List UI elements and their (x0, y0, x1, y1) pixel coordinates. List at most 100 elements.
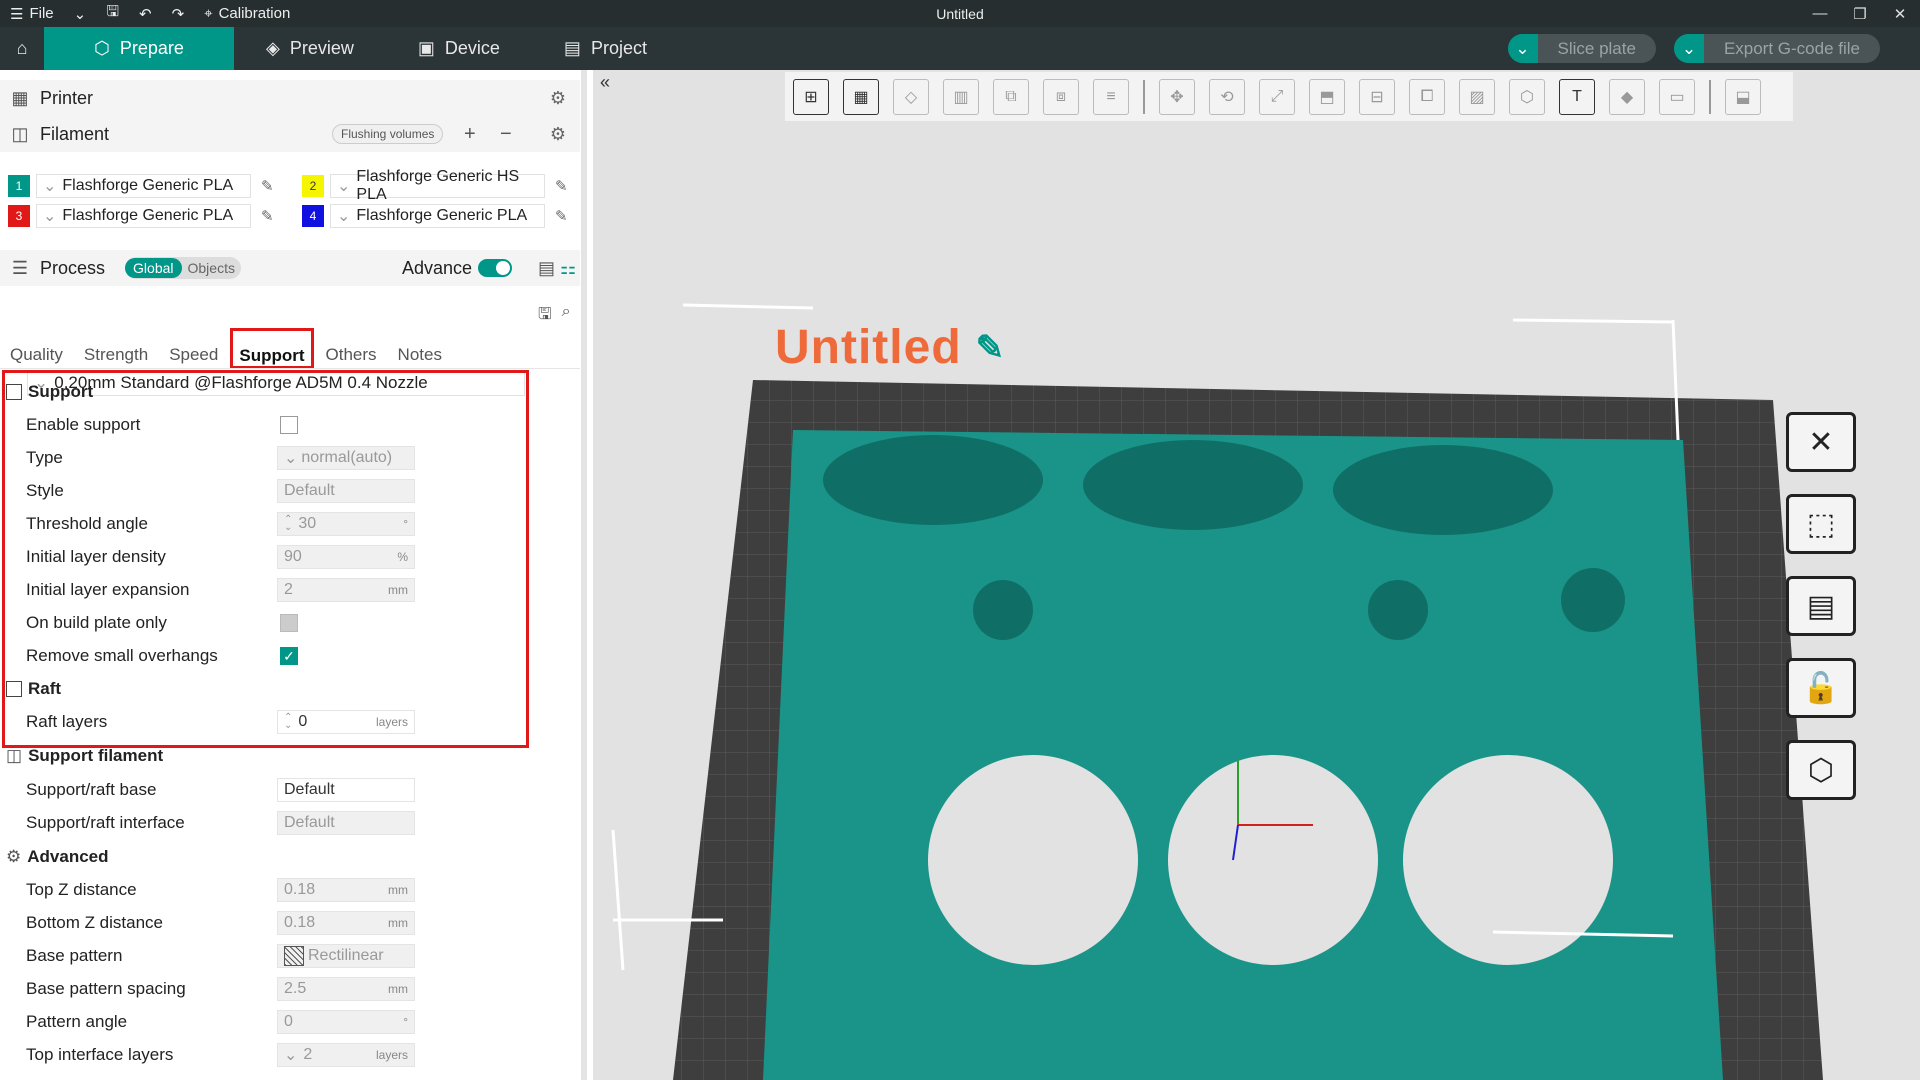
color-paint-icon[interactable]: ◆ (1609, 78, 1645, 115)
base-pattern-select[interactable]: Rectilinear (277, 944, 415, 968)
seam-paint-icon[interactable]: ⬡ (1509, 78, 1545, 115)
gear-icon[interactable]: ⚙ (550, 88, 566, 109)
printer-section[interactable]: ▦ Printer ⚙ (0, 80, 580, 116)
mesh-boolean-icon[interactable]: ⧠ (1409, 78, 1445, 115)
edit-icon[interactable]: ✎ (555, 177, 568, 195)
tab-device[interactable]: ▣ Device (386, 27, 532, 70)
remove-small-overhangs-checkbox[interactable]: ✓ (280, 647, 298, 665)
cut-icon[interactable]: ⊟ (1359, 78, 1395, 115)
calibration-menu[interactable]: ⌖ Calibration (194, 0, 300, 27)
advance-switch[interactable] (478, 259, 513, 277)
list-icon[interactable]: ▤ (538, 258, 555, 279)
auto-orient-plate-button[interactable]: ⬚ (1786, 494, 1856, 554)
top-interface-layers-select[interactable]: ⌄ 2 layers (277, 1043, 415, 1067)
enable-support-checkbox[interactable] (280, 416, 298, 434)
layers-icon: ◈ (266, 38, 280, 58)
plate-settings-button[interactable]: ⬡ (1786, 740, 1856, 800)
slice-plate-button[interactable]: ⌄ Slice plate (1507, 34, 1656, 63)
search-icon[interactable]: ⌕ (562, 303, 571, 330)
add-filament-icon[interactable]: + (464, 123, 476, 146)
file-dropdown[interactable]: ⌄ (64, 0, 97, 27)
filament-number[interactable]: 3 (8, 205, 30, 227)
tab-notes[interactable]: Notes (398, 345, 442, 369)
arrange-icon[interactable]: ▥ (943, 78, 979, 115)
style-select[interactable]: Default (277, 479, 415, 503)
type-select[interactable]: ⌄ normal(auto) (277, 446, 415, 470)
engine-block-model[interactable] (763, 430, 1723, 1080)
lay-on-face-icon[interactable]: ⬒ (1309, 78, 1345, 115)
save-preset-icon[interactable]: 🖫 (538, 303, 552, 330)
filament-select[interactable]: ⌄ Flashforge Generic PLA (330, 204, 545, 228)
filament-select[interactable]: ⌄ Flashforge Generic PLA (36, 174, 251, 198)
auto-orient-icon[interactable]: ◇ (893, 78, 929, 115)
plate-name[interactable]: Untitled ✎ (775, 320, 1005, 375)
file-menu[interactable]: ☰ File (0, 0, 64, 27)
tab-strength[interactable]: Strength (84, 345, 148, 369)
lock-plate-button[interactable]: 🔓 (1786, 658, 1856, 718)
rotate-icon[interactable]: ⟲ (1209, 78, 1245, 115)
split-objects-icon[interactable]: ⧉ (993, 78, 1029, 115)
threshold-angle-input[interactable]: ⌃ ⌄ 30 ° (277, 512, 415, 536)
pencil-icon[interactable]: ✎ (976, 328, 1006, 368)
export-gcode-button[interactable]: ⌄ Export G-code file (1673, 34, 1880, 63)
minimize-button[interactable]: — (1800, 0, 1840, 27)
assembly-icon[interactable]: ⬓ (1725, 78, 1761, 115)
add-object-icon[interactable]: ⊞ (793, 78, 829, 115)
chevron-down-icon[interactable]: ⌄ (1507, 34, 1538, 63)
filament-number[interactable]: 2 (302, 175, 324, 197)
top-z-distance-input[interactable]: 0.18 mm (277, 878, 415, 902)
support-paint-icon[interactable]: ▨ (1459, 78, 1495, 115)
maximize-button[interactable]: ❐ (1840, 0, 1880, 27)
arrange-plate-button[interactable]: ▤ (1786, 576, 1856, 636)
edit-icon[interactable]: ✎ (555, 207, 568, 225)
chevron-down-icon[interactable]: ⌄ (1673, 34, 1704, 63)
advance-toggle[interactable]: Advance (402, 258, 513, 279)
scale-icon[interactable]: ⤢ (1259, 78, 1295, 115)
measure-icon[interactable]: ▭ (1659, 78, 1695, 115)
save-button[interactable]: 🖫 (96, 0, 129, 27)
edit-icon[interactable]: ✎ (261, 207, 274, 225)
add-plate-icon[interactable]: ▦ (843, 78, 879, 115)
move-icon[interactable]: ✥ (1159, 78, 1195, 115)
tab-prepare[interactable]: ⬡ Prepare (44, 27, 234, 70)
split-parts-icon[interactable]: ⧈ (1043, 78, 1079, 115)
initial-layer-expansion-input[interactable]: 2 mm (277, 578, 415, 602)
remove-filament-icon[interactable]: − (500, 123, 512, 146)
spinner-icon[interactable]: ⌃ ⌄ (284, 515, 292, 533)
initial-layer-density-input[interactable]: 90% (277, 545, 415, 569)
undo-button[interactable]: ↶ (129, 0, 162, 27)
edit-icon[interactable]: ✎ (261, 177, 274, 195)
remove-plate-button[interactable]: ✕ (1786, 412, 1856, 472)
global-option[interactable]: Global (125, 258, 182, 278)
base-pattern-spacing-input[interactable]: 2.5 mm (277, 977, 415, 1001)
filament-number[interactable]: 1 (8, 175, 30, 197)
global-objects-toggle[interactable]: Global Objects (125, 257, 241, 279)
layers-editing-icon[interactable]: ≡ (1093, 78, 1129, 115)
3d-viewport[interactable] (593, 70, 1920, 1080)
tab-speed[interactable]: Speed (169, 345, 218, 369)
tab-preview[interactable]: ◈ Preview (234, 27, 386, 70)
tab-others[interactable]: Others (326, 345, 377, 369)
raft-layers-input[interactable]: ⌃ ⌄ 0 layers (277, 710, 415, 734)
support-raft-interface-select[interactable]: Default (277, 811, 415, 835)
text-icon[interactable]: T (1559, 78, 1595, 115)
filament-number[interactable]: 4 (302, 205, 324, 227)
redo-button[interactable]: ↷ (162, 0, 195, 27)
home-button[interactable]: ⌂ (0, 27, 44, 70)
filament-select[interactable]: ⌄ Flashforge Generic HS PLA (330, 168, 545, 203)
objects-option[interactable]: Objects (182, 258, 241, 278)
tab-quality[interactable]: Quality (10, 345, 63, 369)
flushing-volumes-button[interactable]: Flushing volumes (332, 124, 444, 144)
spinner-icon[interactable]: ⌃ ⌄ (284, 713, 292, 731)
gear-icon[interactable]: ⚙ (550, 124, 566, 145)
tab-support[interactable]: Support (230, 328, 314, 369)
pattern-angle-input[interactable]: 0 ° (277, 1010, 415, 1034)
close-window-button[interactable]: ✕ (1880, 0, 1920, 27)
build-plate-only-checkbox[interactable] (280, 614, 298, 632)
collapse-panel-button[interactable]: « (600, 72, 610, 93)
compare-icon[interactable]: ⚏ (560, 258, 576, 279)
tab-project[interactable]: ▤ Project (532, 27, 679, 70)
filament-select[interactable]: ⌄ Flashforge Generic PLA (36, 204, 251, 228)
support-raft-base-select[interactable]: Default (277, 778, 415, 802)
bottom-z-distance-input[interactable]: 0.18 mm (277, 911, 415, 935)
